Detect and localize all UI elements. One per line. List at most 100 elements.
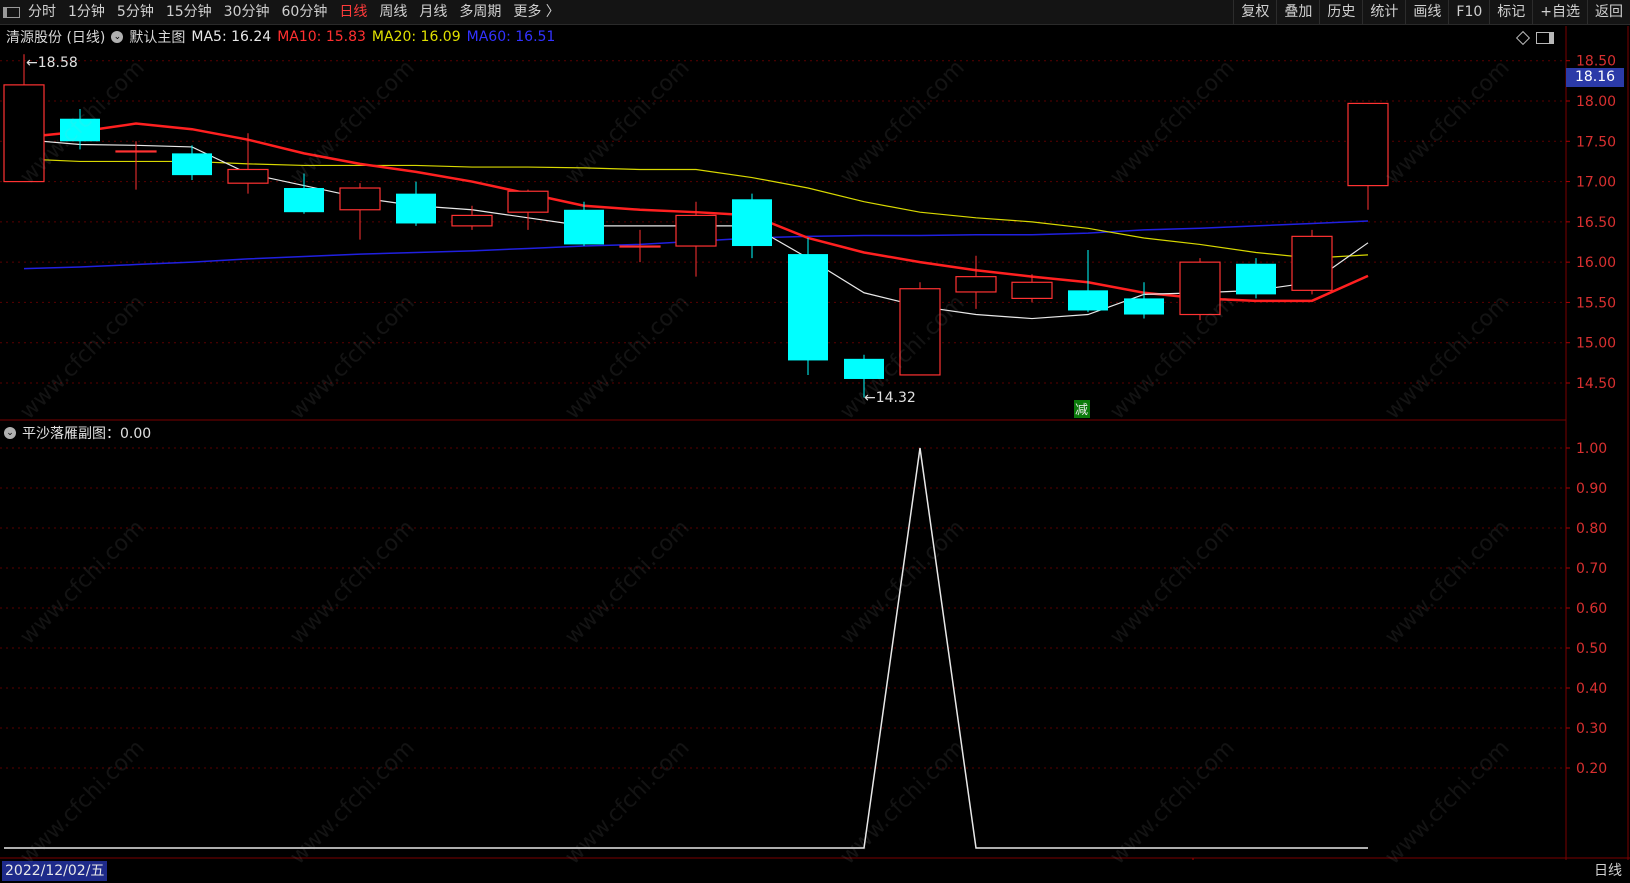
price-axis-label: 15.00 [1576, 336, 1616, 352]
kline-chart[interactable]: 18.5018.0017.5017.0016.5016.0015.5015.00… [0, 0, 1630, 883]
candlestick-17 [955, 255, 997, 309]
sub-axis-label: 1.00 [1576, 441, 1607, 457]
candlestick-4 [227, 133, 269, 194]
period-tab-6[interactable]: 日线 [333, 0, 373, 24]
candlestick-12 [675, 201, 717, 277]
watermark-text: www.cfchi.com [560, 515, 695, 650]
toolbar-button-6[interactable]: 标记 [1489, 0, 1532, 24]
candlestick-23 [1291, 229, 1333, 295]
candlestick-15 [844, 354, 884, 398]
candle-body [1179, 261, 1221, 316]
candlestick-0 [3, 54, 45, 183]
signal-text: 减 [1075, 403, 1088, 418]
candlestick-11 [619, 229, 661, 263]
watermark-text: www.cfchi.com [835, 290, 970, 425]
candlestick-7 [396, 181, 436, 226]
watermark-text: www.cfchi.com [285, 735, 420, 870]
stock-title[interactable]: 清源股份 (日线) [6, 27, 105, 47]
candlestick-20 [1124, 282, 1164, 319]
candle-body [844, 358, 884, 379]
period-tab-3[interactable]: 15分钟 [160, 0, 218, 24]
period-tab-4[interactable]: 30分钟 [218, 0, 276, 24]
candle-body [675, 214, 717, 247]
dropdown-circle-icon[interactable]: ⌄ [4, 427, 16, 439]
candle-body [227, 168, 269, 184]
toolbar-button-4[interactable]: 画线 [1405, 0, 1448, 24]
candle-body [1236, 263, 1276, 295]
candle-body [339, 187, 381, 211]
price-axis-label: 16.00 [1576, 255, 1616, 271]
candle-body [115, 150, 157, 153]
toolbar-button-8[interactable]: 返回 [1587, 0, 1630, 24]
ma5-value: MA5: 16.24 [191, 29, 272, 45]
high-price-label: ←18.58 [26, 55, 78, 71]
candle-body [1068, 290, 1108, 311]
toolbar-button-3[interactable]: 统计 [1362, 0, 1405, 24]
candlestick-10 [564, 201, 604, 247]
sub-axis-label: 0.60 [1576, 601, 1607, 617]
ma5-line [23, 139, 1369, 320]
period-tab-10[interactable]: 更多 〉 [507, 0, 565, 24]
ma20-value: MA20: 16.09 [371, 29, 461, 45]
watermark-text: www.cfchi.com [15, 735, 150, 870]
candle-body [788, 254, 828, 361]
main-info-bar: 清源股份 (日线) ⌄ 默认主图 MA5: 16.24 MA10: 15.83 … [0, 27, 561, 47]
toolbar-button-2[interactable]: 历史 [1319, 0, 1362, 24]
sub-axis-label: 0.50 [1576, 641, 1607, 657]
candle-body [3, 84, 45, 183]
watermark-text: www.cfchi.com [1380, 290, 1515, 425]
watermark-text: www.cfchi.com [285, 55, 420, 190]
window-icon[interactable] [0, 0, 22, 24]
watermark-text: www.cfchi.com [835, 735, 970, 870]
candlestick-2 [115, 141, 157, 190]
period-tab-8[interactable]: 月线 [413, 0, 453, 24]
period-tab-2[interactable]: 5分钟 [111, 0, 160, 24]
toolbar-button-0[interactable]: 复权 [1233, 0, 1276, 24]
candle-body [619, 245, 661, 248]
candlestick-3 [172, 145, 212, 180]
sub-indicator-title[interactable]: 平沙落雁副图：0.00 [22, 423, 151, 443]
candle-body [899, 288, 941, 376]
toolbar-button-5[interactable]: F10 [1448, 0, 1489, 24]
toolbar-button-1[interactable]: 叠加 [1276, 0, 1319, 24]
candle-body [955, 276, 997, 293]
price-axis-label: 18.00 [1576, 94, 1616, 110]
watermark-text: www.cfchi.com [1380, 515, 1515, 650]
candle-body [60, 118, 100, 142]
sub-indicator-line [4, 447, 1368, 849]
candle-body [451, 214, 493, 227]
template-name[interactable]: 默认主图 [129, 27, 185, 47]
date-cursor-label: 2022/12/02/五 [2, 861, 108, 881]
ma60-value: MA60: 16.51 [466, 29, 556, 45]
candlestick-24 [1347, 102, 1389, 210]
sub-axis-label: 0.40 [1576, 681, 1607, 697]
watermark-text: www.cfchi.com [15, 55, 150, 190]
period-label[interactable]: 日线 [1594, 861, 1622, 881]
ma10-value: MA10: 15.83 [277, 29, 366, 45]
watermark-text: www.cfchi.com [1380, 55, 1515, 190]
diamond-icon[interactable] [1515, 30, 1531, 46]
candlestick-5 [284, 173, 324, 214]
period-tab-5[interactable]: 60分钟 [276, 0, 334, 24]
period-tab-1[interactable]: 1分钟 [62, 0, 111, 24]
period-tab-0[interactable]: 分时 [22, 0, 62, 24]
price-axis-label: 16.50 [1576, 215, 1616, 231]
panel-toggle-icon[interactable] [1536, 32, 1554, 44]
candle-body [396, 193, 436, 224]
watermark-text: www.cfchi.com [1380, 735, 1515, 870]
ma60-line [23, 220, 1369, 270]
period-tab-7[interactable]: 周线 [373, 0, 413, 24]
toolbar-button-7[interactable]: +自选 [1532, 0, 1587, 24]
candlestick-8 [451, 205, 493, 230]
watermark-text: www.cfchi.com [15, 290, 150, 425]
watermark-text: www.cfchi.com [285, 290, 420, 425]
low-price-label: ←14.32 [864, 390, 916, 406]
candle-body [507, 190, 549, 213]
period-tab-9[interactable]: 多周期 [453, 0, 507, 24]
price-axis-label: 17.00 [1576, 175, 1616, 191]
candle-body [1347, 102, 1389, 187]
candlestick-19 [1068, 250, 1108, 313]
watermark-text: www.cfchi.com [15, 515, 150, 650]
dropdown-circle-icon[interactable]: ⌄ [111, 31, 124, 43]
price-axis-label: 14.50 [1576, 376, 1616, 392]
